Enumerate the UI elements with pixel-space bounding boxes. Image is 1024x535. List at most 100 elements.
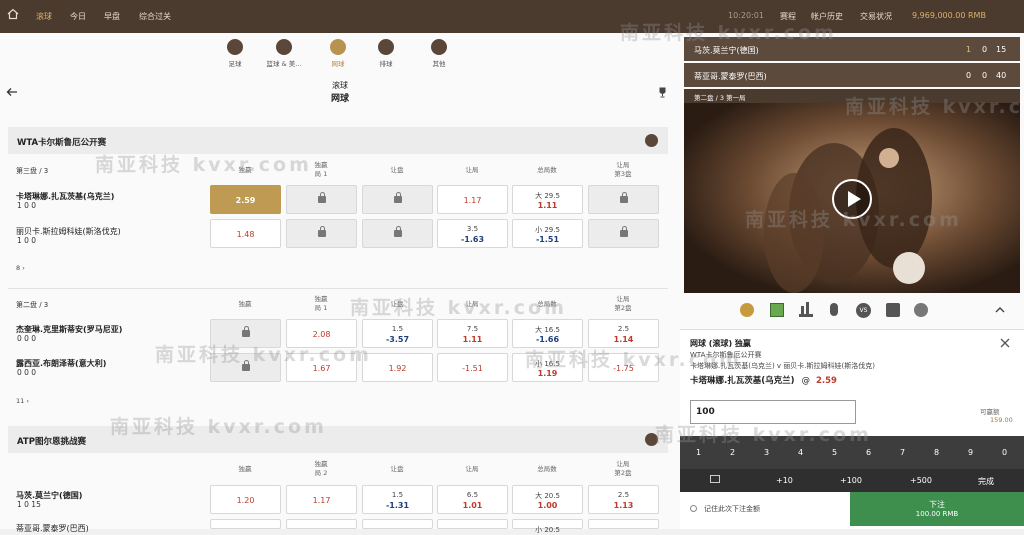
period-label: 第三盘 / 3 xyxy=(16,167,49,175)
quick-add-500[interactable]: +500 xyxy=(910,476,932,485)
key-5[interactable]: 5 xyxy=(832,448,837,457)
key-6[interactable]: 6 xyxy=(866,448,871,457)
link-schedule[interactable]: 赛程 xyxy=(780,11,796,22)
odds-cell[interactable]: 2.5 1.13 xyxy=(588,485,659,514)
odds-line: 大 20.5 xyxy=(535,492,560,500)
favorite-icon[interactable] xyxy=(645,134,658,147)
tab-parlay[interactable]: 综合过关 xyxy=(139,11,171,22)
remember-stake[interactable]: 记住此次下注金额 xyxy=(680,492,850,526)
stats-icon[interactable] xyxy=(799,302,813,317)
odds-cell[interactable]: 1.48 xyxy=(210,219,281,248)
quick-add-10[interactable]: +10 xyxy=(776,476,793,485)
odds-cell[interactable]: 大 20.5 1.00 xyxy=(512,485,583,514)
col-header: 独赢 xyxy=(238,465,252,473)
odds-line: 小 20.5 xyxy=(535,526,560,534)
key-4[interactable]: 4 xyxy=(798,448,803,457)
sport-other[interactable]: 其他 xyxy=(419,39,459,68)
sport-basketball[interactable]: 篮球 & 美... xyxy=(264,39,304,68)
chevron-up-icon[interactable] xyxy=(995,306,1005,314)
radio-icon[interactable] xyxy=(690,505,697,512)
odds-cell[interactable]: 1.17 xyxy=(437,185,508,214)
done-button[interactable]: 完成 xyxy=(978,476,994,487)
odds-cell[interactable] xyxy=(286,519,357,529)
back-arrow-icon[interactable] xyxy=(6,87,18,97)
key-7[interactable]: 7 xyxy=(900,448,905,457)
odds-cell[interactable] xyxy=(286,185,357,214)
col-header: 独赢 xyxy=(238,300,252,308)
odds-price: 1.11 xyxy=(462,335,483,344)
league-header[interactable]: ATP图尔恩挑战赛 xyxy=(8,426,668,453)
trophy-icon[interactable] xyxy=(657,87,668,98)
odds-line: 6.5 xyxy=(466,491,479,499)
odds-cell[interactable] xyxy=(588,185,659,214)
odds-cell[interactable]: 3.5 -1.63 xyxy=(437,219,508,248)
versus-icon[interactable]: VS xyxy=(856,303,871,318)
league-header[interactable]: WTA卡尔斯鲁厄公开赛 xyxy=(8,127,668,154)
odds-cell[interactable] xyxy=(362,519,433,529)
col-header: 让局 第3盘 xyxy=(614,161,632,178)
key-2[interactable]: 2 xyxy=(730,448,735,457)
microphone-icon[interactable] xyxy=(830,303,838,316)
odds-cell[interactable] xyxy=(362,219,433,248)
home-icon[interactable] xyxy=(7,8,19,20)
link-account-history[interactable]: 帐户历史 xyxy=(811,11,843,22)
odds-cell[interactable]: 2.5 1.14 xyxy=(588,319,659,348)
slip-match: 卡塔琳娜.扎瓦茨基(乌克兰) v 丽贝卡.斯拉姆科娃(斯洛伐克) xyxy=(690,362,875,370)
link-transactions[interactable]: 交易状况 xyxy=(860,11,892,22)
live-video[interactable] xyxy=(684,103,1020,293)
odds-cell[interactable] xyxy=(210,353,281,382)
ball-icon[interactable] xyxy=(914,303,928,317)
odds-cell[interactable]: 1.5 -1.31 xyxy=(362,485,433,514)
col-header: 让局 xyxy=(465,465,479,473)
court-icon[interactable] xyxy=(770,303,784,317)
more-markets-link[interactable]: 8 › xyxy=(16,264,25,272)
odds-cell[interactable]: 1.5 -3.57 xyxy=(362,319,433,348)
place-bet-button[interactable]: 下注 100.00 RMB xyxy=(850,492,1024,526)
sport-tennis[interactable]: 网球 xyxy=(318,39,358,68)
odds-cell[interactable]: 6.5 1.01 xyxy=(437,485,508,514)
page-title: 滚球 xyxy=(332,81,348,90)
list-icon[interactable] xyxy=(886,303,900,317)
odds-cell[interactable]: 2.08 xyxy=(286,319,357,348)
odds-cell[interactable]: -1.75 xyxy=(588,353,659,382)
odds-cell[interactable] xyxy=(588,519,659,529)
stake-input[interactable]: 100 xyxy=(690,400,856,424)
favorite-icon[interactable] xyxy=(645,433,658,446)
tab-live[interactable]: 滚球 xyxy=(36,11,52,22)
odds-cell[interactable]: 大 16.5 -1.66 xyxy=(512,319,583,348)
key-9[interactable]: 9 xyxy=(968,448,973,457)
more-markets-link[interactable]: 11 › xyxy=(16,397,29,405)
key-8[interactable]: 8 xyxy=(934,448,939,457)
odds-cell[interactable] xyxy=(210,319,281,348)
tab-early[interactable]: 早盘 xyxy=(104,11,120,22)
odds-cell[interactable]: 1.92 xyxy=(362,353,433,382)
odds-cell[interactable] xyxy=(437,519,508,529)
odds-cell[interactable]: 7.5 1.11 xyxy=(437,319,508,348)
odds-cell[interactable]: -1.51 xyxy=(437,353,508,382)
sport-volleyball[interactable]: 排球 xyxy=(366,39,406,68)
odds-cell[interactable]: 1.67 xyxy=(286,353,357,382)
odds-cell[interactable]: 2.59 xyxy=(210,185,281,214)
period-label: 第二盘 / 3 xyxy=(16,301,49,309)
key-3[interactable]: 3 xyxy=(764,448,769,457)
play-icon[interactable] xyxy=(740,303,754,317)
backspace-icon[interactable] xyxy=(710,475,720,483)
team-score: 1 0 0 xyxy=(17,236,37,245)
odds-cell[interactable]: 小 16.5 1.19 xyxy=(512,353,583,382)
odds-cell[interactable]: 小 29.5 -1.51 xyxy=(512,219,583,248)
odds-cell[interactable]: 小 20.5 xyxy=(512,519,583,534)
odds-cell[interactable]: 1.17 xyxy=(286,485,357,514)
odds-cell[interactable] xyxy=(588,219,659,248)
tab-today[interactable]: 今日 xyxy=(70,11,86,22)
close-icon[interactable] xyxy=(1000,338,1010,348)
sport-soccer[interactable]: 足球 xyxy=(215,39,255,68)
odds-cell[interactable] xyxy=(210,519,281,529)
odds-cell[interactable] xyxy=(286,219,357,248)
odds-cell[interactable]: 1.20 xyxy=(210,485,281,514)
odds-cell[interactable] xyxy=(362,185,433,214)
quick-add-100[interactable]: +100 xyxy=(840,476,862,485)
play-button[interactable] xyxy=(832,179,872,219)
odds-cell[interactable]: 大 29.5 1.11 xyxy=(512,185,583,214)
key-1[interactable]: 1 xyxy=(696,448,701,457)
key-0[interactable]: 0 xyxy=(1002,448,1007,457)
